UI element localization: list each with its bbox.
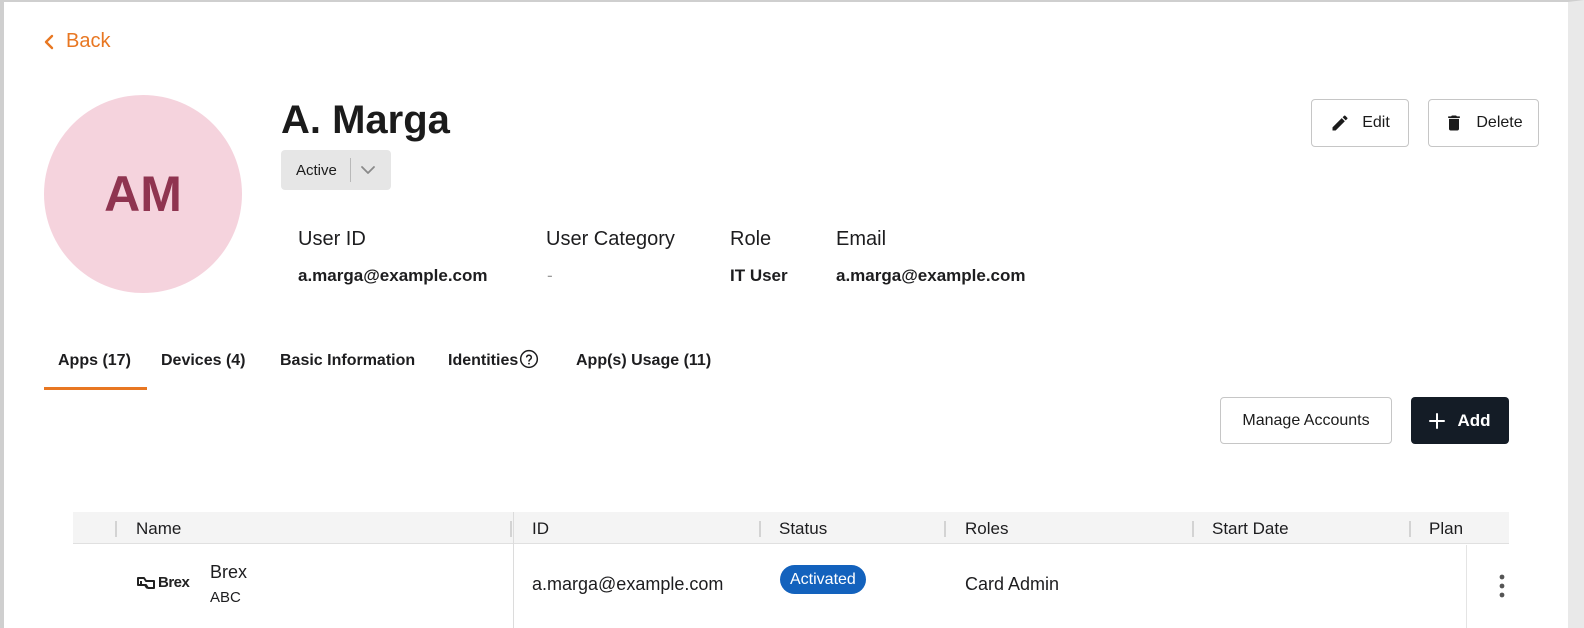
edit-label: Edit: [1362, 114, 1390, 131]
tab-basic-information[interactable]: Basic Information: [280, 338, 415, 390]
column-resize-handle[interactable]: [1409, 521, 1411, 537]
account-id: a.marga@example.com: [532, 574, 724, 594]
column-header-roles[interactable]: Roles: [965, 519, 1008, 539]
brex-logo-text: Brex: [158, 574, 190, 591]
table-header: Name ID Status Roles Start Date Plan: [73, 512, 1509, 544]
user-category-value: -: [547, 266, 553, 285]
trash-icon: [1448, 115, 1461, 131]
avatar: AM: [44, 95, 242, 293]
avatar-initials: AM: [104, 166, 182, 222]
status-badge: Activated: [780, 565, 866, 594]
tab-identities[interactable]: Identities: [448, 338, 539, 390]
actions-column-divider: [1466, 545, 1467, 628]
tab-devices-label: Devices (4): [161, 352, 246, 369]
email-label: Email: [836, 228, 887, 250]
pencil-icon: [1332, 115, 1348, 131]
app-frame: Back AM A. Marga Active Edit Delete User…: [0, 0, 1584, 628]
chevron-down-icon: [361, 166, 375, 174]
column-header-id[interactable]: ID: [532, 519, 549, 539]
page-title: A. Marga: [281, 98, 450, 142]
chevron-left-icon: [44, 34, 54, 49]
column-resize-handle[interactable]: [115, 521, 117, 537]
more-vertical-icon[interactable]: [1491, 572, 1513, 600]
tab-identities-label: Identities: [448, 352, 519, 369]
column-resize-handle[interactable]: [1192, 521, 1194, 537]
column-header-plan[interactable]: Plan: [1429, 519, 1463, 539]
back-link[interactable]: Back: [42, 30, 110, 53]
dropdown-separator: [350, 158, 351, 182]
delete-label: Delete: [1476, 114, 1523, 131]
tab-app-usage[interactable]: App(s) Usage (11): [576, 338, 711, 390]
role-label: Role: [730, 228, 772, 250]
delete-button[interactable]: Delete: [1428, 99, 1539, 147]
tab-apps[interactable]: Apps (17): [44, 338, 147, 390]
column-resize-handle[interactable]: [510, 521, 512, 537]
tab-devices[interactable]: Devices (4): [161, 338, 246, 390]
brex-logo: Brex: [137, 574, 190, 591]
brex-logo-icon: [137, 576, 155, 589]
add-button[interactable]: Add: [1411, 397, 1509, 444]
user-category-label: User Category: [546, 228, 675, 250]
app-name[interactable]: Brex: [210, 562, 247, 583]
roles-value: Card Admin: [965, 574, 1060, 594]
status-value: Active: [296, 161, 337, 179]
user-id-label: User ID: [298, 228, 366, 250]
email-value: a.marga@example.com: [836, 266, 1026, 285]
column-resize-handle[interactable]: [759, 521, 761, 537]
user-id-value: a.marga@example.com: [298, 266, 488, 285]
column-resize-handle[interactable]: [944, 521, 946, 537]
help-circle-icon[interactable]: [519, 349, 539, 369]
manage-accounts-label: Manage Accounts: [1242, 411, 1370, 429]
column-header-start-date[interactable]: Start Date: [1212, 519, 1289, 539]
tab-app-usage-label: App(s) Usage (11): [576, 352, 712, 369]
table-row[interactable]: Brex Brex ABC a.marga@example.com Activa…: [73, 545, 1533, 628]
status-dropdown[interactable]: Active: [281, 150, 391, 190]
add-label: Add: [1457, 410, 1491, 430]
back-label: Back: [66, 30, 111, 52]
column-header-name[interactable]: Name: [136, 519, 181, 539]
tab-basic-information-label: Basic Information: [280, 352, 416, 369]
app-subtitle: ABC: [210, 589, 241, 606]
role-value: IT User: [730, 266, 788, 285]
manage-accounts-button[interactable]: Manage Accounts: [1220, 397, 1392, 444]
plus-icon: [1429, 412, 1446, 429]
edit-button[interactable]: Edit: [1311, 99, 1409, 147]
column-header-status[interactable]: Status: [779, 519, 827, 539]
apps-table: Name ID Status Roles Start Date Plan Bre…: [73, 512, 1533, 628]
tab-apps-label: Apps (17): [58, 352, 131, 369]
